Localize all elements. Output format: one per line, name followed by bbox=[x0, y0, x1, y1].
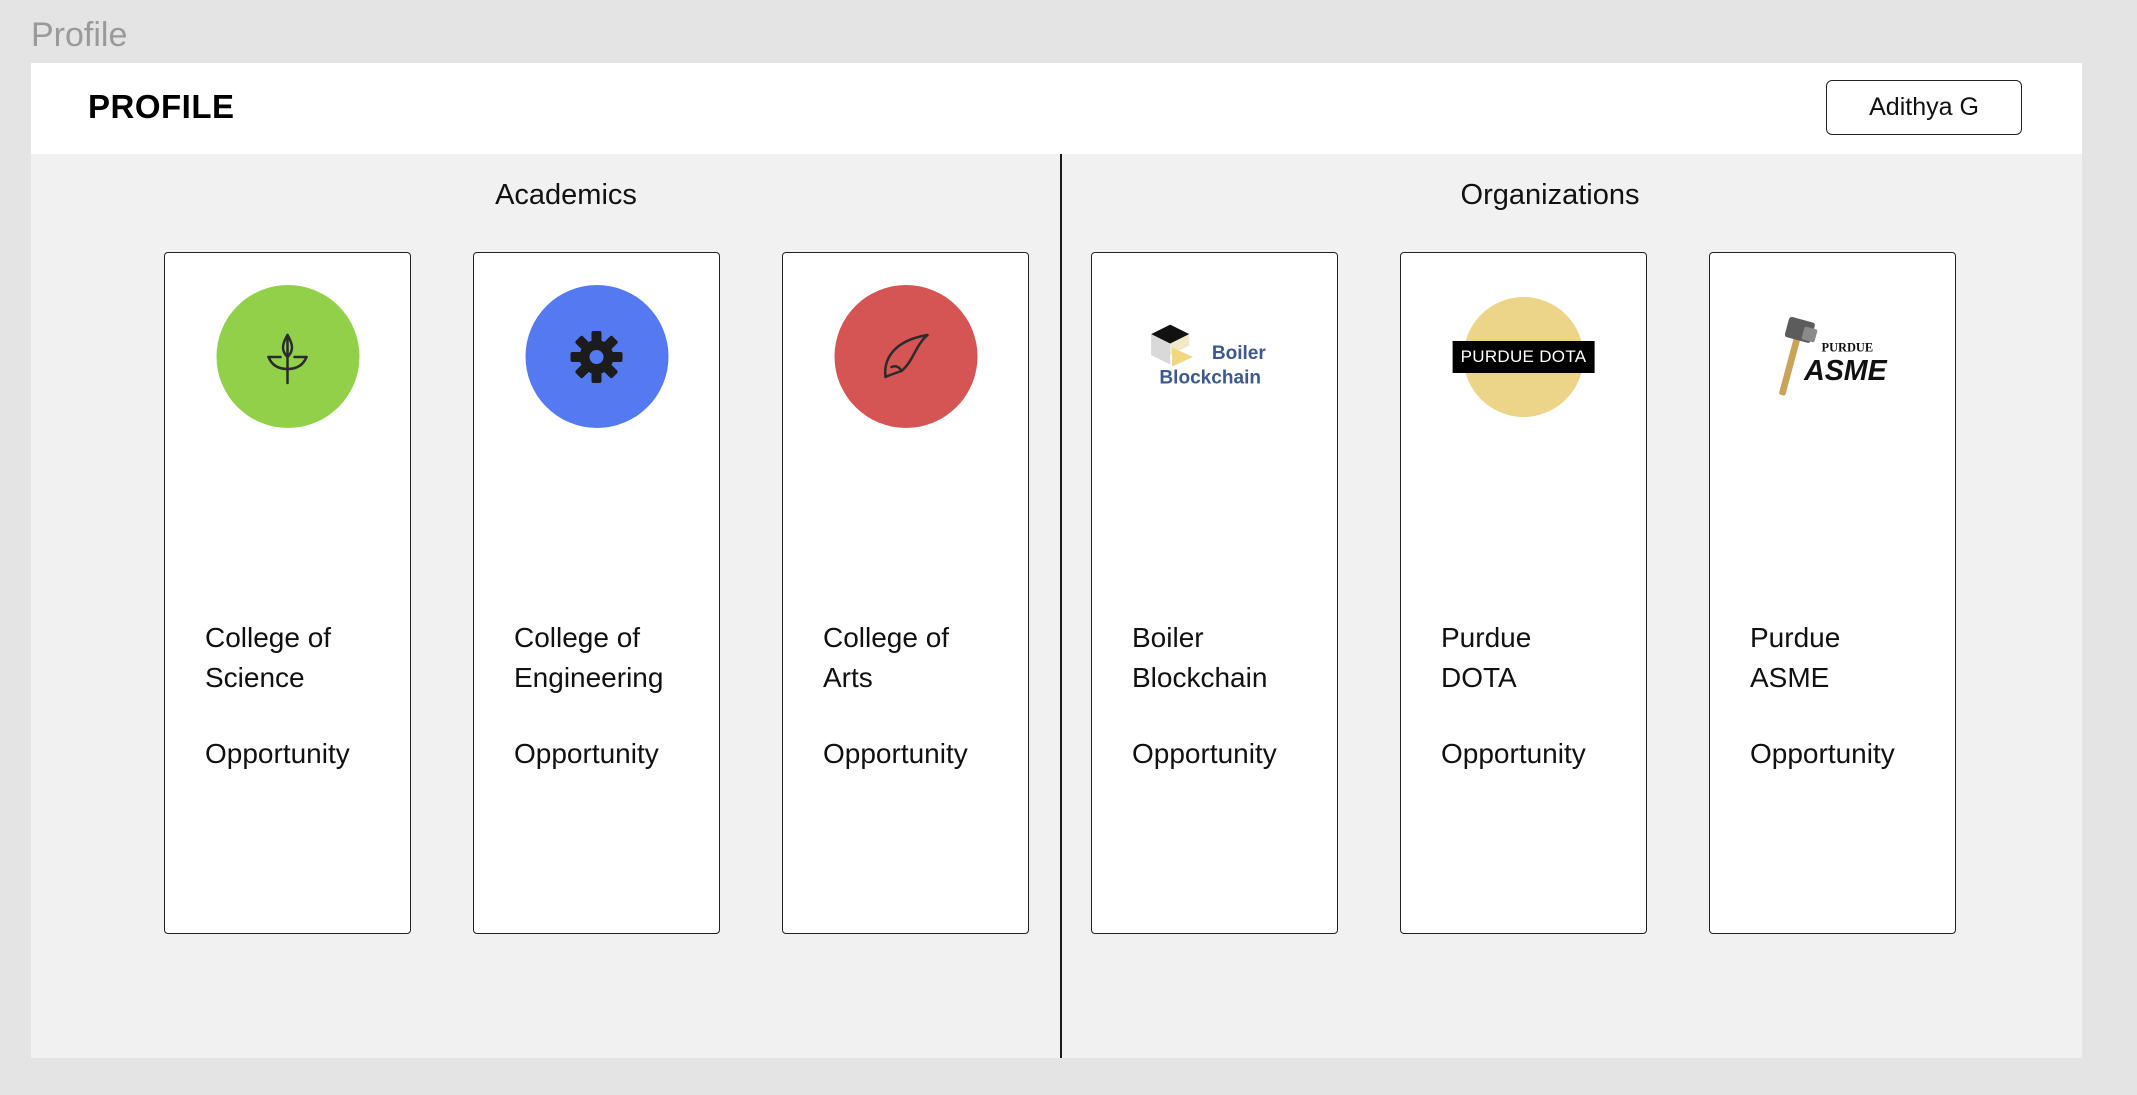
card-opportunity-label: Opportunity bbox=[1750, 738, 1895, 769]
card-purdue-asme[interactable]: PURDUE ASME Purdue ASME Opportunity bbox=[1709, 252, 1956, 934]
academics-heading: Academics bbox=[495, 179, 637, 211]
card-title: Purdue ASME bbox=[1750, 622, 1841, 693]
dota-logo-text: PURDUE DOTA bbox=[1452, 340, 1595, 373]
boiler-logo-text: Boiler bbox=[1211, 342, 1266, 363]
card-opportunity-label: Opportunity bbox=[823, 738, 968, 769]
card-title: College of Arts bbox=[823, 622, 950, 693]
blockchain-logo-text: Blockchain bbox=[1159, 367, 1261, 388]
page-title: PROFILE bbox=[88, 88, 235, 125]
college-of-engineering-logo bbox=[525, 285, 668, 428]
asme-purdue-text: PURDUE bbox=[1821, 340, 1873, 354]
card-purdue-dota[interactable]: PURDUE DOTA Purdue DOTA Opportunity bbox=[1400, 252, 1647, 934]
college-of-science-logo bbox=[216, 285, 359, 428]
section-divider bbox=[1060, 154, 1062, 1058]
header-bar: PROFILE Adithya G bbox=[31, 63, 2082, 154]
card-opportunity-label: Opportunity bbox=[1132, 738, 1277, 769]
purdue-dota-logo: PURDUE DOTA bbox=[1452, 285, 1595, 428]
card-college-of-science[interactable]: College of Science Opportunity bbox=[164, 252, 411, 934]
card-title: Boiler Blockchain bbox=[1132, 622, 1268, 693]
card-opportunity-label: Opportunity bbox=[205, 738, 350, 769]
card-opportunity-label: Opportunity bbox=[514, 738, 659, 769]
card-title: College of Science bbox=[205, 622, 332, 693]
profile-page: PROFILE Adithya G Academics Organization… bbox=[31, 63, 2082, 1058]
asme-logo-text: ASME bbox=[1803, 354, 1888, 386]
card-boiler-blockchain[interactable]: Boiler Blockchain Boiler Blockchain Oppo… bbox=[1091, 252, 1338, 934]
frame-label: Profile bbox=[31, 16, 128, 54]
card-title: College of Engineering bbox=[514, 622, 664, 693]
card-college-of-arts[interactable]: College of Arts Opportunity bbox=[782, 252, 1029, 934]
card-opportunity-label: Opportunity bbox=[1441, 738, 1586, 769]
user-account-button[interactable]: Adithya G bbox=[1826, 80, 2022, 135]
card-title: Purdue DOTA bbox=[1441, 622, 1532, 693]
plant-icon bbox=[216, 285, 359, 428]
boiler-blockchain-logo: Boiler Blockchain bbox=[1143, 285, 1286, 428]
college-of-arts-logo bbox=[834, 285, 977, 428]
gear-icon bbox=[525, 285, 668, 428]
organizations-heading: Organizations bbox=[1460, 179, 1640, 211]
feather-icon bbox=[834, 285, 977, 428]
purdue-asme-logo: PURDUE ASME bbox=[1761, 285, 1904, 428]
card-college-of-engineering[interactable]: College of Engineering Opportunity bbox=[473, 252, 720, 934]
